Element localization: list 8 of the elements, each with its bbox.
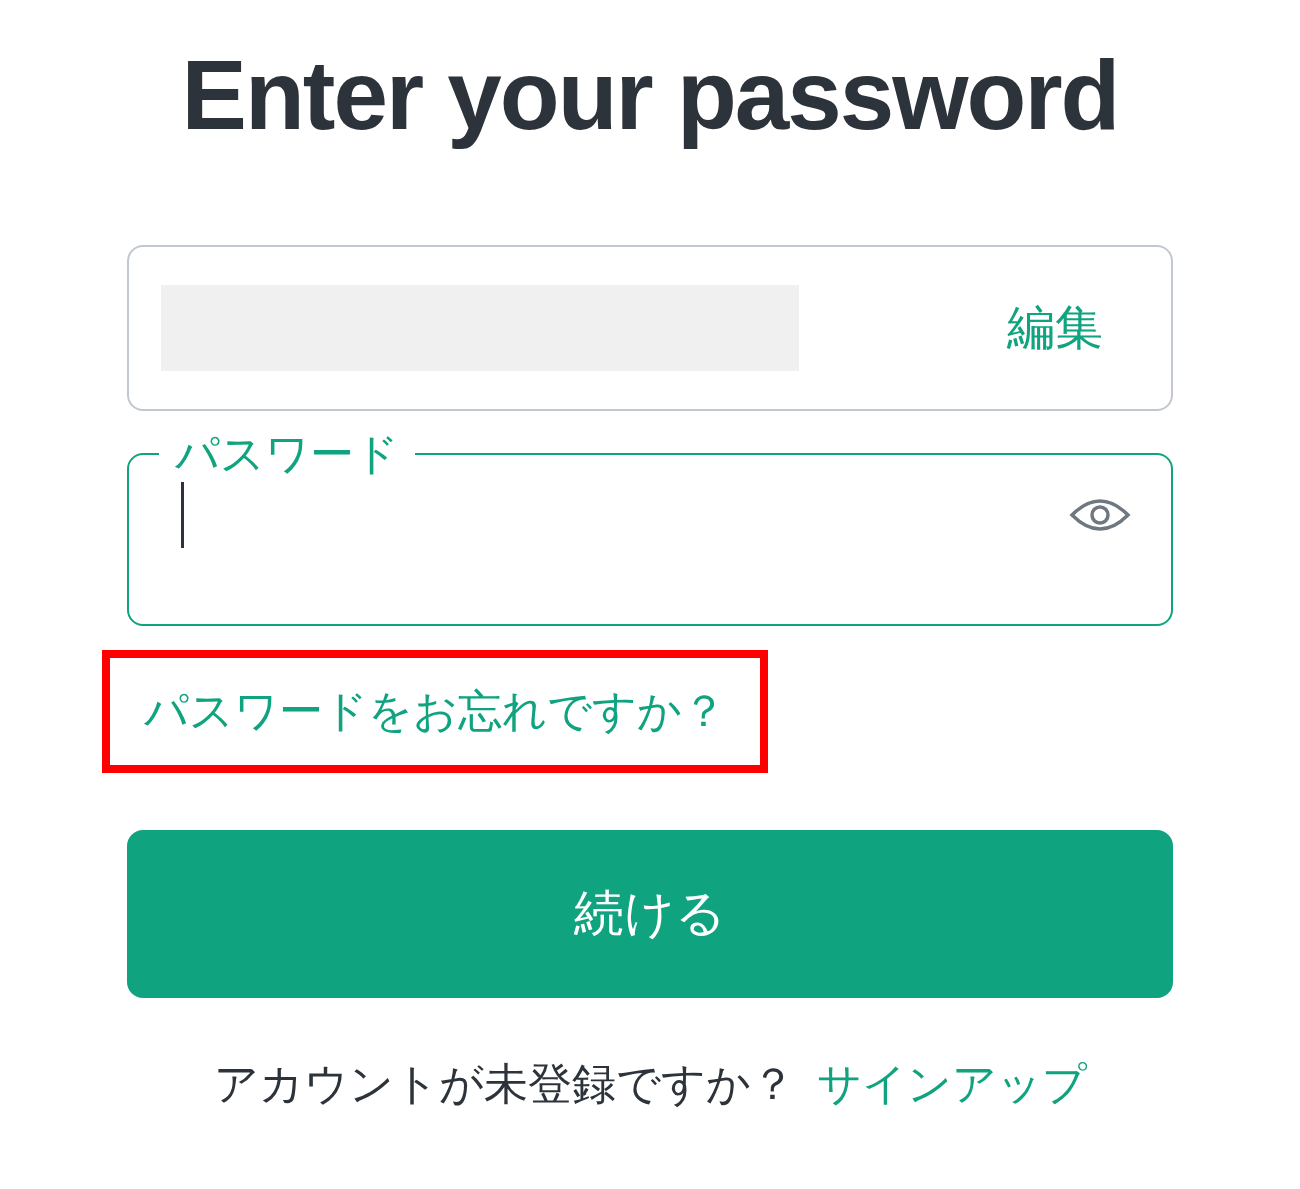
text-cursor [181, 481, 184, 548]
signup-prompt: アカウントが未登録ですか？ [213, 1056, 795, 1111]
page-title: Enter your password [181, 42, 1119, 150]
edit-link[interactable]: 編集 [1007, 295, 1103, 360]
continue-button[interactable]: 続ける [127, 829, 1173, 998]
field-label: パスワード [174, 426, 400, 481]
forgot-password-link[interactable]: パスワードをお忘れですか？ [144, 681, 726, 741]
signup-link[interactable]: サインアップ [816, 1047, 1087, 1120]
